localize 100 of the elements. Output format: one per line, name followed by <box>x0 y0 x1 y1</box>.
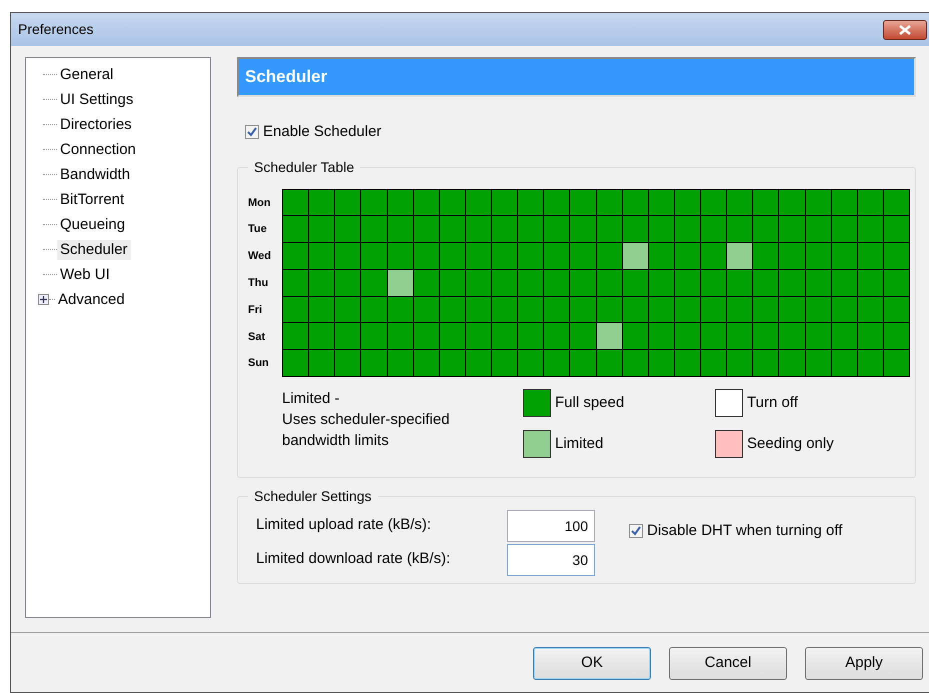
sidebar-item[interactable]: Advanced <box>55 290 128 310</box>
schedule-slot[interactable] <box>701 350 726 376</box>
schedule-slot[interactable] <box>466 270 491 296</box>
schedule-slot[interactable] <box>832 190 857 216</box>
schedule-slot[interactable] <box>544 190 570 216</box>
schedule-slot[interactable] <box>518 190 544 216</box>
schedule-slot[interactable] <box>727 323 752 350</box>
schedule-slot[interactable] <box>414 190 439 216</box>
schedule-slot[interactable] <box>466 350 491 376</box>
schedule-slot[interactable] <box>414 270 439 296</box>
schedule-slot[interactable] <box>674 296 700 322</box>
rate-input[interactable]: 100 <box>507 510 595 542</box>
schedule-slot[interactable] <box>335 270 360 296</box>
schedule-slot[interactable] <box>596 216 622 242</box>
schedule-slot[interactable] <box>884 190 909 216</box>
dialog-button[interactable]: Apply <box>805 647 923 680</box>
schedule-slot[interactable] <box>492 323 518 350</box>
schedule-slot[interactable] <box>388 323 413 350</box>
schedule-slot[interactable] <box>283 190 308 216</box>
schedule-slot[interactable] <box>727 270 752 296</box>
schedule-slot[interactable] <box>361 190 386 216</box>
schedule-slot[interactable] <box>753 350 778 376</box>
schedule-slot[interactable] <box>701 190 726 216</box>
sidebar-item[interactable]: Queueing <box>57 214 128 234</box>
schedule-slot[interactable] <box>753 216 778 242</box>
schedule-slot[interactable] <box>544 350 570 376</box>
schedule-slot[interactable] <box>388 216 413 242</box>
schedule-slot[interactable] <box>832 350 857 376</box>
schedule-slot[interactable] <box>283 296 308 322</box>
schedule-slot[interactable] <box>858 296 883 322</box>
schedule-slot[interactable] <box>858 190 883 216</box>
schedule-slot[interactable] <box>622 216 648 242</box>
schedule-slot[interactable] <box>648 190 674 216</box>
schedule-slot[interactable] <box>674 190 700 216</box>
sidebar-item[interactable]: BitTorrent <box>57 190 128 210</box>
schedule-slot[interactable] <box>335 296 360 322</box>
sidebar-item[interactable]: Connection <box>57 140 139 160</box>
schedule-slot[interactable] <box>622 270 648 296</box>
schedule-slot[interactable] <box>440 270 465 296</box>
schedule-slot[interactable] <box>283 270 308 296</box>
schedule-slot[interactable] <box>727 190 752 216</box>
schedule-slot[interactable] <box>832 296 857 322</box>
schedule-slot[interactable] <box>283 350 308 376</box>
sidebar-item[interactable]: UI Settings <box>57 90 136 110</box>
schedule-slot[interactable] <box>884 270 909 296</box>
schedule-slot[interactable] <box>466 323 491 350</box>
close-button[interactable] <box>883 20 927 40</box>
schedule-slot[interactable] <box>701 216 726 242</box>
schedule-slot[interactable] <box>388 190 413 216</box>
schedule-slot[interactable] <box>440 296 465 322</box>
schedule-slot[interactable] <box>858 323 883 350</box>
sidebar-item[interactable]: Bandwidth <box>57 164 134 184</box>
schedule-slot[interactable] <box>309 323 334 350</box>
schedule-slot[interactable] <box>544 323 570 350</box>
schedule-slot[interactable] <box>596 190 622 216</box>
schedule-slot[interactable] <box>492 190 518 216</box>
schedule-slot[interactable] <box>701 270 726 296</box>
schedule-slot[interactable] <box>544 270 570 296</box>
schedule-slot[interactable] <box>622 323 648 350</box>
schedule-slot[interactable] <box>674 350 700 376</box>
schedule-slot[interactable] <box>518 216 544 242</box>
schedule-slot[interactable] <box>492 216 518 242</box>
schedule-slot[interactable] <box>518 350 544 376</box>
schedule-slot[interactable] <box>414 216 439 242</box>
schedule-slot[interactable] <box>779 190 804 216</box>
schedule-slot[interactable] <box>283 323 308 350</box>
schedule-slot[interactable] <box>388 350 413 376</box>
rate-input[interactable]: 30 <box>507 544 595 576</box>
schedule-slot[interactable] <box>309 296 334 322</box>
schedule-slot[interactable] <box>492 350 518 376</box>
schedule-slot[interactable] <box>440 323 465 350</box>
schedule-slot[interactable] <box>622 296 648 322</box>
sidebar-item[interactable]: Scheduler <box>57 240 131 260</box>
schedule-slot[interactable] <box>832 270 857 296</box>
schedule-slot[interactable] <box>309 270 334 296</box>
schedule-slot[interactable] <box>648 350 674 376</box>
schedule-slot[interactable] <box>674 323 700 350</box>
schedule-slot[interactable] <box>335 216 360 242</box>
schedule-slot[interactable] <box>335 190 360 216</box>
schedule-slot[interactable] <box>388 296 413 322</box>
schedule-slot[interactable] <box>701 296 726 322</box>
schedule-slot[interactable] <box>727 350 752 376</box>
schedule-slot[interactable] <box>884 323 909 350</box>
schedule-slot[interactable] <box>570 190 596 216</box>
schedule-slot[interactable] <box>753 270 778 296</box>
schedule-slot[interactable] <box>622 350 648 376</box>
schedule-slot[interactable] <box>648 323 674 350</box>
schedule-slot[interactable] <box>753 296 778 322</box>
schedule-slot[interactable] <box>806 270 831 296</box>
schedule-slot[interactable] <box>440 216 465 242</box>
expand-icon[interactable] <box>38 294 49 305</box>
schedule-slot[interactable] <box>806 350 831 376</box>
schedule-slot[interactable] <box>806 190 831 216</box>
schedule-slot[interactable] <box>806 296 831 322</box>
dialog-button[interactable]: Cancel <box>669 647 787 680</box>
schedule-slot[interactable] <box>674 270 700 296</box>
schedule-slot[interactable] <box>466 190 491 216</box>
schedule-slot[interactable] <box>544 216 570 242</box>
schedule-slot[interactable] <box>361 296 386 322</box>
schedule-slot[interactable] <box>701 323 726 350</box>
